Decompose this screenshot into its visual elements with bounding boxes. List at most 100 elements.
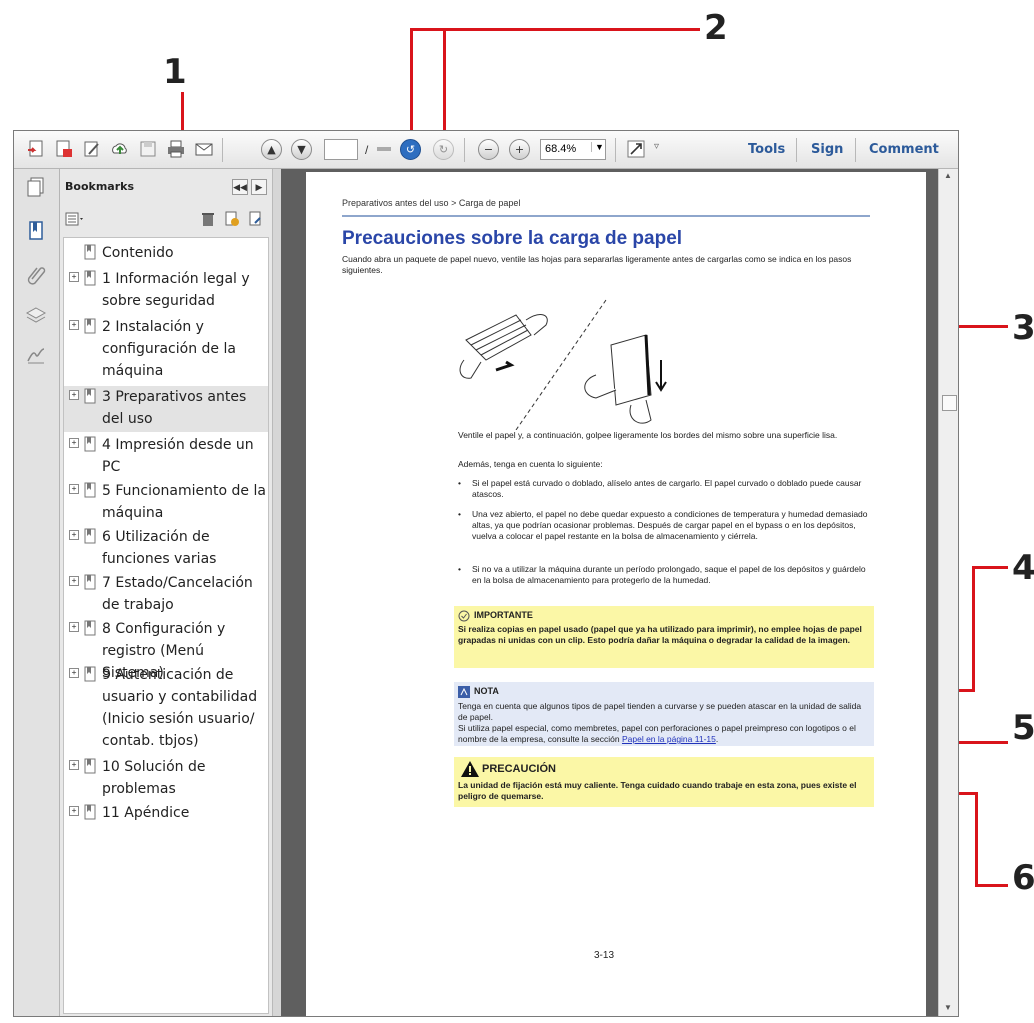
expand-toggle[interactable]: + [69, 272, 79, 282]
pdf-file-icon[interactable] [54, 139, 74, 159]
page-number-input[interactable] [324, 139, 358, 160]
email-icon[interactable] [194, 139, 214, 159]
bookmarks-panel-icon[interactable] [24, 219, 48, 243]
callout-5: 5 [1012, 708, 1034, 748]
bookmark-item-3[interactable]: + 3 Preparativos antes del uso [64, 386, 268, 432]
page-thumbnails-icon[interactable] [24, 175, 48, 199]
page-separator: / [365, 143, 369, 157]
toolbar-separator [222, 138, 223, 162]
bookmark-item-1[interactable]: + 1 Información legal y sobre seguridad [64, 268, 268, 314]
callout-2-line-v2 [443, 28, 446, 146]
sign-button[interactable]: Sign [811, 142, 843, 157]
expand-toggle[interactable]: + [69, 668, 79, 678]
callout-2-line-v1 [410, 28, 413, 146]
rotate-clockwise-button[interactable]: ↻ [433, 139, 454, 160]
bookmark-label: 2 Instalación y configuración de la máqu… [102, 319, 236, 379]
bookmark-item-8[interactable]: + 8 Configuración y registro (Menú Siste… [64, 618, 268, 681]
bookmark-icon [84, 388, 96, 404]
bookmark-icon [84, 620, 96, 636]
bullet-text: Si el papel está curvado o doblado, alís… [472, 478, 862, 499]
bookmark-icon [84, 436, 96, 452]
expand-toggle[interactable]: + [69, 622, 79, 632]
expand-toggle[interactable]: + [69, 760, 79, 770]
toolbar-separator [796, 138, 797, 162]
delete-bookmark-icon[interactable] [201, 211, 215, 227]
bookmark-icon [84, 244, 96, 260]
page-breadcrumb: Preparativos antes del uso > Carga de pa… [342, 198, 521, 208]
bullet-text: Si no va a utilizar la máquina durante u… [472, 564, 866, 585]
bookmark-label: Contenido [102, 245, 174, 261]
note-icon [458, 686, 470, 698]
plus-icon: + [514, 143, 525, 156]
fit-page-icon[interactable] [626, 139, 646, 159]
edit-document-icon[interactable] [82, 139, 102, 159]
important-text: Si realiza copias en papel usado (papel … [458, 624, 862, 645]
bookmark-item-7[interactable]: + 7 Estado/Cancelación de trabajo [64, 572, 268, 618]
expand-toggle[interactable]: + [69, 320, 79, 330]
zoom-out-button[interactable]: − [478, 139, 499, 160]
vertical-scrollbar[interactable]: ▲ ▼ [938, 169, 958, 1016]
reader-window: ▲ ▼ / ↺ ↻ − + 68.4% ▼ ▿ Tools Sign Comme… [13, 130, 959, 1017]
expand-bookmark-icon[interactable] [247, 211, 263, 227]
bookmark-item-4[interactable]: + 4 Impresión desde un PC [64, 434, 268, 480]
figure-caption: Ventile el papel y, a continuación, golp… [458, 430, 838, 440]
bookmark-item-contenido[interactable]: Contenido [64, 242, 268, 266]
zoom-value: 68.4% [545, 143, 577, 155]
also-note: Además, tenga en cuenta lo siguiente: [458, 459, 603, 469]
expand-toggle[interactable]: + [69, 390, 79, 400]
zoom-in-button[interactable]: + [509, 139, 530, 160]
expand-toggle[interactable]: + [69, 438, 79, 448]
bookmark-label: 4 Impresión desde un PC [102, 437, 254, 475]
bookmark-item-5[interactable]: + 5 Funcionamiento de la máquina [64, 480, 268, 526]
callout-4: 4 [1012, 548, 1034, 588]
bookmark-item-11[interactable]: + 11 Apéndice [64, 802, 268, 826]
callout-2-line-h [410, 28, 700, 31]
page-number: 3-13 [594, 950, 615, 961]
scroll-down-icon[interactable]: ▼ [944, 1003, 952, 1012]
collapse-panel-button[interactable]: ◀◀ [232, 179, 248, 195]
attachments-icon[interactable] [24, 263, 48, 287]
next-page-button[interactable]: ▼ [291, 139, 312, 160]
bookmark-item-9[interactable]: + 9 Autenticación de usuario y contabili… [64, 664, 268, 756]
expand-toggle[interactable]: + [69, 806, 79, 816]
bookmark-item-2[interactable]: + 2 Instalación y configuración de la má… [64, 316, 268, 384]
callout-6-line-v [975, 792, 978, 887]
rotate-counterclockwise-button[interactable]: ↺ [400, 139, 421, 160]
nota-text-2: Si utiliza papel especial, como membrete… [458, 723, 868, 745]
scroll-up-icon[interactable]: ▲ [944, 171, 952, 180]
expand-panel-button[interactable]: ▶ [251, 179, 267, 195]
bullet-dot: • [458, 478, 461, 488]
bookmark-item-10[interactable]: + 10 Solución de problemas [64, 756, 268, 802]
bookmark-item-6[interactable]: + 6 Utilización de funciones varias [64, 526, 268, 572]
layers-icon[interactable] [24, 303, 48, 327]
bookmark-icon [84, 758, 96, 774]
bullet-text: Una vez abierto, el papel no debe quedar… [472, 509, 868, 541]
pdf-page: Preparativos antes del uso > Carga de pa… [306, 172, 926, 1016]
create-pdf-icon[interactable] [26, 139, 46, 159]
comment-button[interactable]: Comment [869, 142, 939, 157]
callout-4-line-h1 [972, 566, 1008, 569]
header-rule [342, 215, 870, 217]
cloud-upload-icon[interactable] [110, 139, 130, 159]
new-bookmark-icon[interactable] [223, 211, 239, 227]
print-icon[interactable] [166, 139, 186, 159]
expand-toggle[interactable]: + [69, 576, 79, 586]
arrow-down-icon: ▼ [297, 143, 306, 156]
bookmark-label: 10 Solución de problemas [102, 759, 206, 797]
options-menu-icon[interactable] [65, 211, 87, 227]
save-icon[interactable] [138, 139, 158, 159]
scrollbar-thumb[interactable] [942, 395, 957, 411]
toolbar-overflow-icon[interactable]: ▿ [654, 141, 659, 152]
expand-toggle[interactable]: + [69, 484, 79, 494]
zoom-select[interactable]: 68.4% ▼ [540, 139, 606, 160]
caution-text: La unidad de fijación está muy caliente.… [458, 780, 857, 801]
nota-link[interactable]: Papel en la página 11-15 [622, 734, 716, 744]
previous-page-button[interactable]: ▲ [261, 139, 282, 160]
bookmark-icon [84, 666, 96, 682]
tools-button[interactable]: Tools [748, 142, 785, 157]
rotate-left-icon: ↺ [405, 143, 416, 156]
nota-end: . [715, 734, 719, 744]
expand-toggle[interactable]: + [69, 530, 79, 540]
signatures-icon[interactable] [24, 343, 48, 367]
caution-title: PRECAUCIÓN [482, 763, 556, 775]
